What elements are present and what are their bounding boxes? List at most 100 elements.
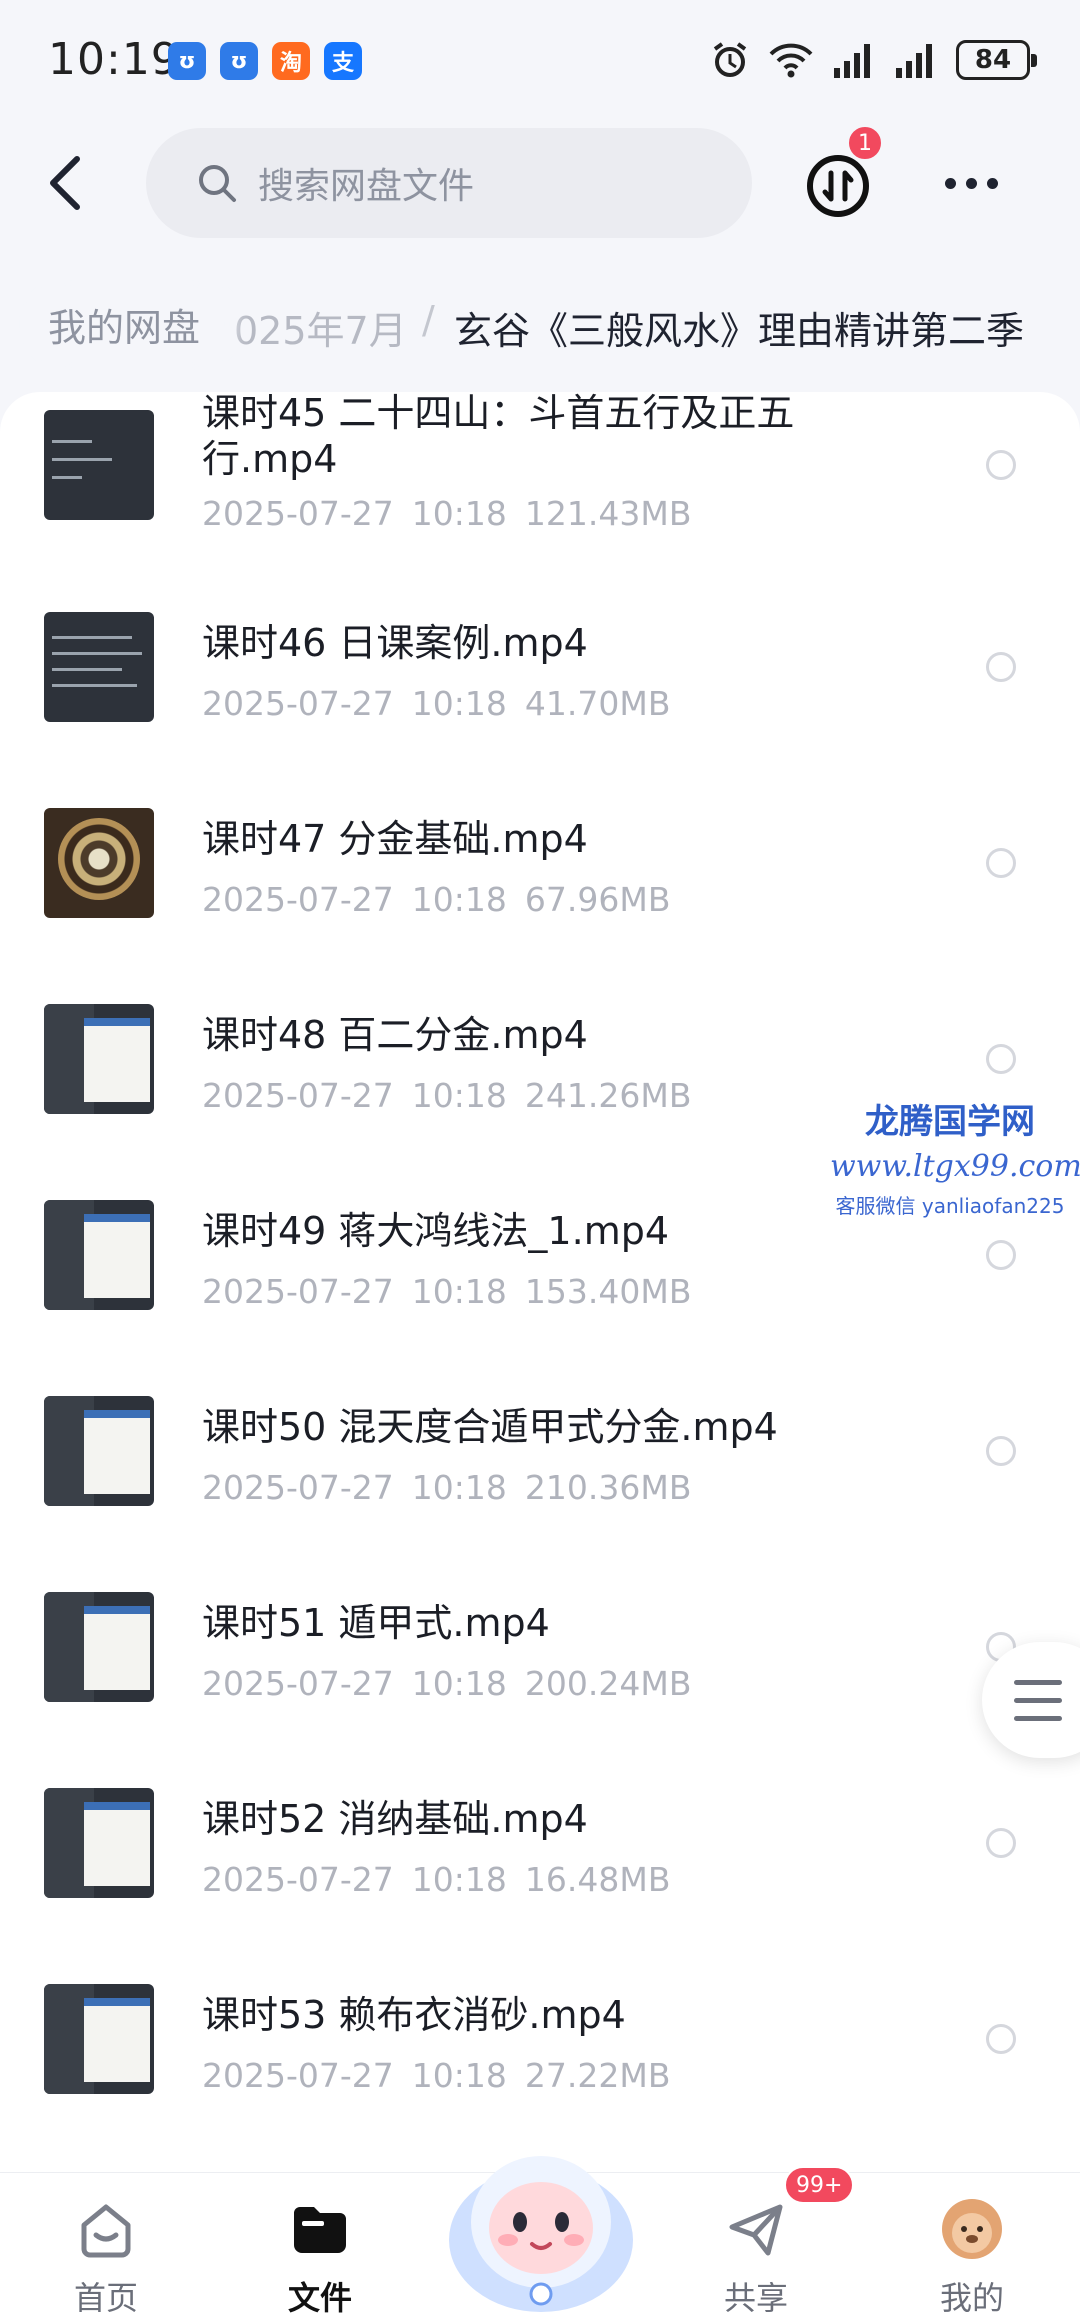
share-plane-icon: [729, 2204, 783, 2256]
nav-item-share[interactable]: 共享: [686, 2191, 826, 2321]
file-meta: 2025-07-27 10:18 16.48MB: [202, 1860, 670, 1899]
chevron-left-icon: [50, 156, 80, 210]
nav-label-home: 首页: [73, 2279, 138, 2317]
file-date: 2025-07-27: [202, 1664, 394, 1703]
more-button[interactable]: [936, 158, 1006, 208]
list-item[interactable]: 课时45 二十四山：斗首五行及正五行.mp4 2025-07-27 10:18 12…: [0, 392, 1080, 580]
top-bar: 搜索网盘文件: [0, 120, 1080, 248]
video-thumbnail: [44, 1004, 154, 1114]
menu-line-icon: [1014, 1716, 1062, 1721]
folder-icon: [294, 2207, 346, 2253]
file-size: 121.43MB: [524, 494, 692, 533]
nav-item-me[interactable]: 我的: [902, 2191, 1042, 2321]
file-date: 2025-07-27: [202, 1468, 394, 1507]
watermark-title: 龙腾国学网: [865, 1102, 1035, 1142]
app-blue-icon: ʊ: [220, 42, 258, 80]
home-icon: [81, 2204, 131, 2258]
file-name: 课时46 日课案例.mp4: [202, 621, 588, 665]
file-meta: 2025-07-27 10:18 67.96MB: [202, 880, 670, 919]
search-placeholder: 搜索网盘文件: [258, 166, 475, 207]
file-date: 2025-07-27: [202, 2056, 394, 2095]
list-item[interactable]: 课时47 分金基础.mp4 2025-07-27 10:18 67.96MB: [0, 776, 1080, 972]
watermark-contact: 客服微信 yanliaofan225: [835, 1194, 1065, 1218]
select-checkbox[interactable]: [986, 1436, 1016, 1466]
file-date: 2025-07-27: [202, 1076, 394, 1115]
watermark-url: www.ltgx99.com: [830, 1149, 1080, 1184]
avatar-icon: [942, 2199, 1002, 2259]
nav-label-share: 共享: [723, 2279, 788, 2317]
video-thumbnail: [44, 1200, 154, 1310]
list-item[interactable]: 课时50 混天度合遁甲式分金.mp4 2025-07-27 10:18 210.36…: [0, 1364, 1080, 1560]
file-meta: 2025-07-27 10:18 41.70MB: [202, 684, 670, 723]
battery-indicator: 84: [956, 40, 1037, 80]
menu-line-icon: [1014, 1698, 1062, 1703]
file-size: 153.40MB: [524, 1272, 692, 1311]
nav-label-me: 我的: [939, 2279, 1004, 2317]
video-thumbnail: [44, 612, 154, 722]
search-input[interactable]: 搜索网盘文件: [146, 128, 752, 238]
file-date: 2025-07-27: [202, 494, 394, 533]
file-time: 10:18: [411, 1860, 507, 1899]
file-meta: 2025-07-27 10:18 241.26MB: [202, 1076, 691, 1115]
transfer-icon: [807, 155, 869, 217]
file-meta: 2025-07-27 10:18 210.36MB: [202, 1468, 691, 1507]
file-time: 10:18: [411, 1664, 507, 1703]
dot-icon: [944, 177, 956, 189]
status-bar: 10:19 ʊ ʊ 淘 支 84: [0, 0, 1080, 120]
video-thumbnail: [44, 1788, 154, 1898]
video-thumbnail: [44, 1984, 154, 2094]
list-item[interactable]: 课时52 消纳基础.mp4 2025-07-27 10:18 16.48MB: [0, 1756, 1080, 1952]
status-time: 10:19: [48, 34, 180, 85]
file-time: 10:18: [411, 2056, 507, 2095]
search-icon: [199, 165, 236, 202]
watermark: 龙腾国学网 www.ltgx99.com 客服微信 yanliaofan225: [830, 1094, 1080, 1219]
video-thumbnail: [44, 1592, 154, 1702]
file-time: 10:18: [411, 1076, 507, 1115]
video-thumbnail: [44, 1396, 154, 1506]
video-thumbnail: [44, 410, 154, 520]
file-name: 课时45 二十四山：斗首五行及正五行.mp4: [202, 392, 795, 481]
select-checkbox[interactable]: [986, 450, 1016, 480]
breadcrumb-separator: /: [422, 298, 435, 342]
signal-icon: [894, 38, 938, 82]
list-item[interactable]: 课时46 日课案例.mp4 2025-07-27 10:18 41.70MB: [0, 580, 1080, 776]
taobao-icon: 淘: [272, 42, 310, 80]
mascot-button[interactable]: [436, 2110, 646, 2320]
netdisk-folder-screen: 10:19 ʊ ʊ 淘 支 84 搜索网盘文件 1 025年7月 我的网盘 / …: [0, 0, 1080, 2324]
file-time: 10:18: [411, 684, 507, 723]
file-meta: 2025-07-27 10:18 27.22MB: [202, 2056, 670, 2095]
breadcrumb: 025年7月 我的网盘 / 玄谷《三般风水》理由精讲第二季: [0, 280, 1080, 370]
notification-icons: ʊ ʊ 淘 支: [168, 42, 362, 80]
nav-item-files[interactable]: 文件: [250, 2191, 390, 2321]
share-badge: 99+: [784, 2166, 855, 2204]
file-time: 10:18: [411, 494, 507, 533]
file-date: 2025-07-27: [202, 1860, 394, 1899]
file-name: 课时47 分金基础.mp4: [202, 817, 588, 861]
select-checkbox[interactable]: [986, 1240, 1016, 1270]
file-size: 210.36MB: [524, 1468, 692, 1507]
select-checkbox[interactable]: [986, 1828, 1016, 1858]
signal-icon: [832, 38, 876, 82]
back-button[interactable]: [30, 148, 100, 218]
file-size: 27.22MB: [524, 2056, 671, 2095]
select-checkbox[interactable]: [986, 848, 1016, 878]
file-date: 2025-07-27: [202, 880, 394, 919]
list-item[interactable]: 课时51 遁甲式.mp4 2025-07-27 10:18 200.24MB: [0, 1560, 1080, 1756]
file-list: 课时45 二十四山：斗首五行及正五行.mp4 2025-07-27 10:18 12…: [0, 392, 1080, 2172]
select-checkbox[interactable]: [986, 2024, 1016, 2054]
breadcrumb-item-month[interactable]: 025年7月: [234, 300, 407, 355]
system-icons: 84: [710, 38, 1037, 82]
file-date: 2025-07-27: [202, 1272, 394, 1311]
nav-label-files: 文件: [287, 2279, 352, 2317]
select-checkbox[interactable]: [986, 1044, 1016, 1074]
file-name: 课时49 蒋大鸿线法_1.mp4: [202, 1209, 670, 1253]
nav-item-home[interactable]: 首页: [36, 2191, 176, 2321]
breadcrumb-item-root[interactable]: 我的网盘: [20, 286, 225, 362]
select-checkbox[interactable]: [986, 652, 1016, 682]
file-time: 10:18: [411, 1468, 507, 1507]
video-thumbnail: [44, 808, 154, 918]
menu-line-icon: [1014, 1680, 1062, 1685]
transfer-badge: 1: [846, 124, 884, 162]
file-size: 200.24MB: [524, 1664, 692, 1703]
file-time: 10:18: [411, 1272, 507, 1311]
